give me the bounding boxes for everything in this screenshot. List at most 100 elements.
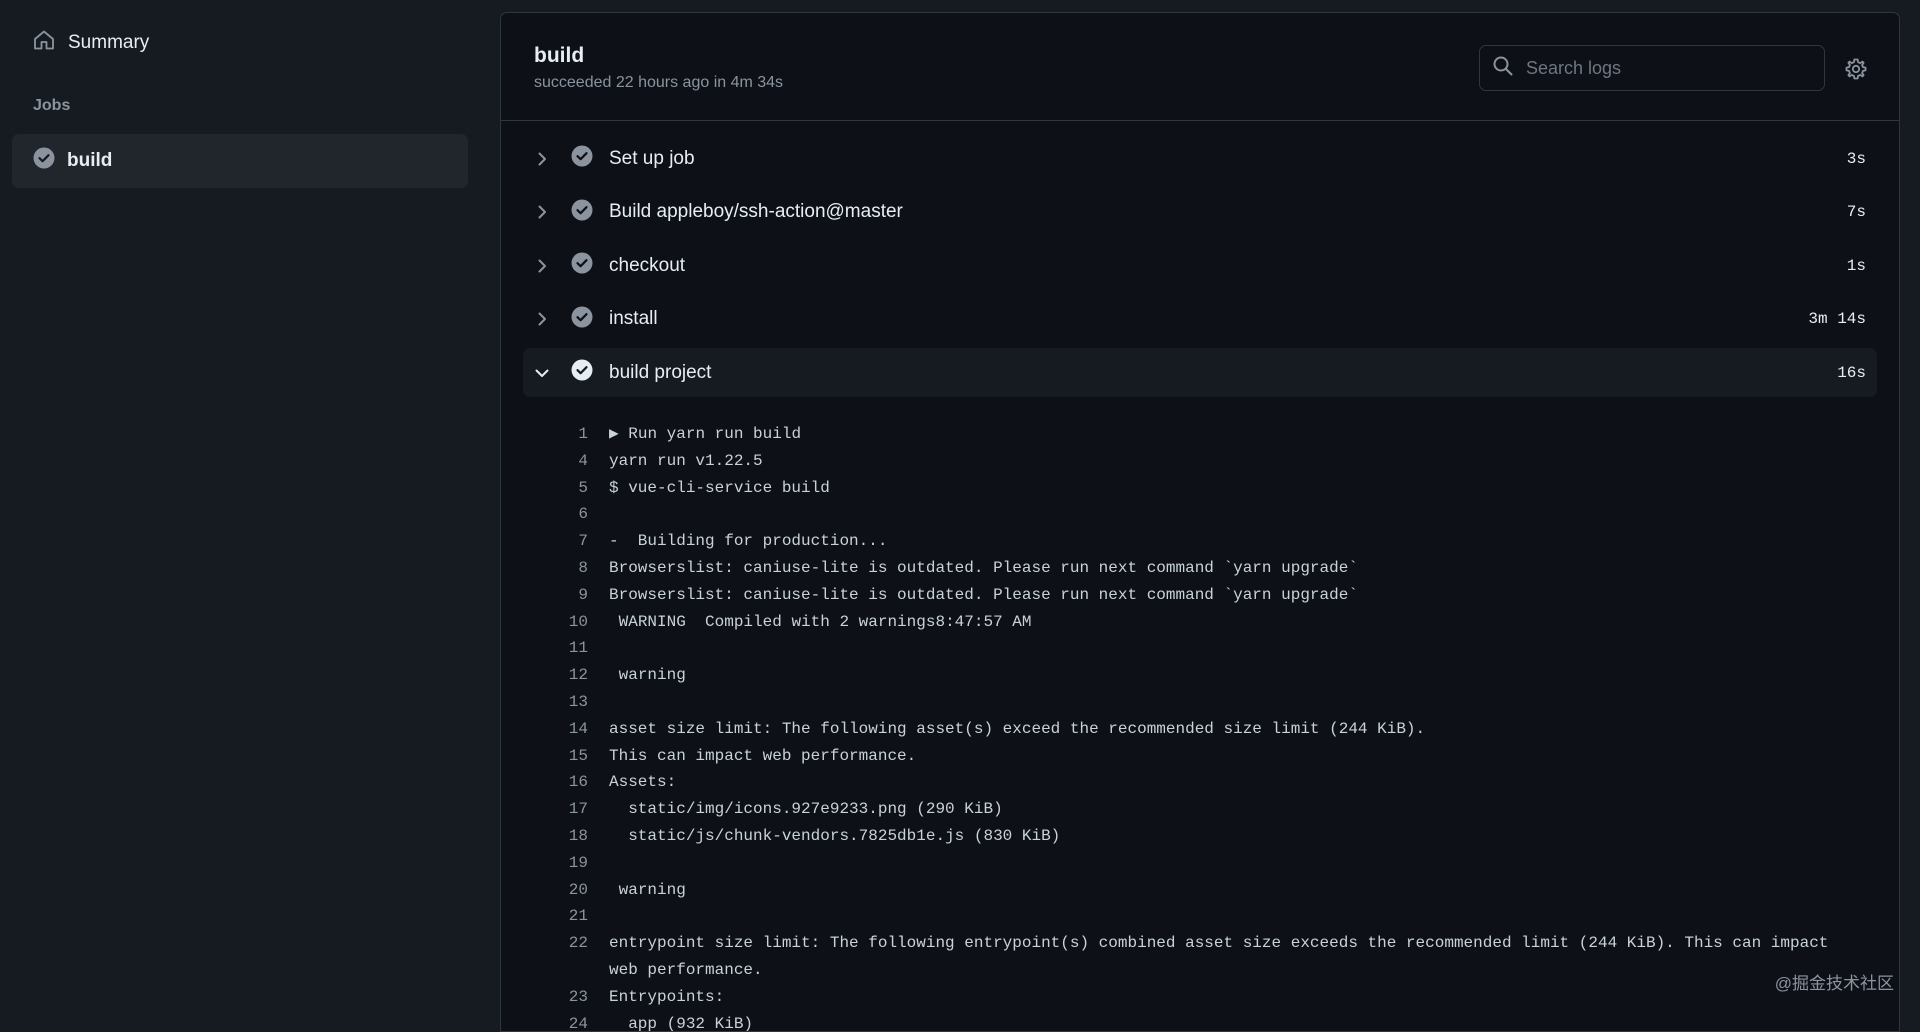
log-line-number[interactable]: 9 — [523, 582, 588, 609]
step-row-expanded[interactable]: build project 16s — [523, 348, 1877, 397]
log-line: 20 warning — [523, 877, 1877, 904]
log-line: 4 yarn run v1.22.5 — [523, 448, 1877, 475]
step-row[interactable]: install 3m 14s — [523, 295, 1877, 344]
search-icon — [1492, 55, 1514, 82]
jobs-heading: Jobs — [33, 97, 71, 114]
log-line: 9 Browserslist: caniuse-lite is outdated.… — [523, 582, 1877, 609]
log-line: 22 entrypoint size limit: The following e… — [523, 930, 1877, 984]
log-line-text: warning — [609, 666, 686, 685]
step-duration: 3s — [1846, 149, 1866, 168]
step-name: checkout — [609, 254, 686, 276]
log-line-number[interactable]: 5 — [523, 475, 588, 502]
chevron-right-icon — [533, 203, 551, 221]
chevron-right-icon — [533, 257, 551, 275]
check-circle-icon — [571, 199, 593, 226]
sidebar-job-build[interactable]: build — [12, 134, 468, 188]
step-row[interactable]: checkout 1s — [523, 241, 1877, 290]
log-line-text: entrypoint size limit: The following ent… — [609, 934, 1839, 979]
log-line-number[interactable]: 11 — [523, 635, 588, 662]
log-line-text: asset size limit: The following asset(s)… — [609, 719, 1426, 738]
log-line-text: yarn run v1.22.5 — [609, 451, 763, 470]
log-line-number[interactable]: 22 — [523, 930, 588, 984]
log-line: 6 — [523, 501, 1877, 528]
log-line: 14 asset size limit: The following asset(… — [523, 716, 1877, 743]
log-line-text: This can impact web performance. — [609, 746, 917, 765]
watermark: @掘金技术社区 — [1774, 974, 1894, 993]
log-line-number[interactable]: 4 — [523, 448, 588, 475]
log-line: 10 WARNING Compiled with 2 warnings8:47:… — [523, 609, 1877, 636]
step-name: install — [609, 308, 658, 329]
log-line-number[interactable]: 7 — [523, 528, 588, 555]
log-line-number[interactable]: 23 — [523, 984, 588, 1011]
check-circle-icon — [571, 359, 593, 386]
search-logs-box[interactable] — [1479, 45, 1825, 91]
step-duration: 3m 14s — [1808, 310, 1866, 328]
log-line: 16 Assets: — [523, 769, 1877, 796]
step-duration: 1s — [1846, 256, 1866, 275]
log-line-text: Browserslist: caniuse-lite is outdated. … — [609, 558, 1358, 577]
log-line-number[interactable]: 16 — [523, 769, 588, 796]
log-line-number[interactable]: 24 — [523, 1011, 588, 1031]
log-line: 5 $ vue-cli-service build — [523, 475, 1877, 502]
log-line: 18 static/js/chunk-vendors.7825db1e.js (… — [523, 823, 1877, 850]
step-duration: 16s — [1837, 363, 1866, 382]
log-line: 19 — [523, 850, 1877, 877]
log-line: 12 warning — [523, 662, 1877, 689]
check-circle-icon — [571, 306, 593, 333]
steps-list: Set up job 3s Build appleboy/ssh-action@… — [523, 134, 1877, 402]
log-line-number[interactable]: 15 — [523, 743, 588, 770]
summary-link[interactable]: Summary — [32, 28, 149, 58]
sidebar: Summary Jobs build — [0, 0, 500, 1018]
job-label: build — [67, 150, 113, 171]
log-line-number[interactable]: 6 — [523, 501, 588, 528]
step-row[interactable]: Build appleboy/ssh-action@master 7s — [523, 188, 1877, 237]
log-line: 7 - Building for production... — [523, 528, 1877, 555]
log-line-text: - Building for production... — [609, 532, 888, 551]
job-status: succeeded 22 hours ago in 4m 34s — [534, 74, 784, 91]
log-line: 8 Browserslist: caniuse-lite is outdated.… — [523, 555, 1877, 582]
log-line-number[interactable]: 14 — [523, 716, 588, 743]
gear-icon[interactable] — [1844, 57, 1868, 81]
log-line-number[interactable]: 17 — [523, 796, 588, 823]
log-line-number[interactable]: 18 — [523, 823, 588, 850]
log-line-text: ▶ Run yarn run build — [609, 425, 802, 443]
log-line: 21 — [523, 903, 1877, 930]
step-name: Build appleboy/ssh-action@master — [609, 201, 903, 222]
home-icon — [32, 28, 56, 58]
log-line-text: static/img/icons.927e9233.png (290 KiB) — [609, 800, 1003, 819]
log-line-text: $ vue-cli-service build — [609, 478, 830, 497]
step-row[interactable]: Set up job 3s — [523, 134, 1877, 183]
log-line: 13 — [523, 689, 1877, 716]
step-duration: 7s — [1846, 203, 1866, 221]
chevron-down-icon — [533, 364, 551, 382]
log-line-number[interactable]: 13 — [523, 689, 588, 716]
check-circle-icon — [571, 252, 593, 279]
log-line-text: WARNING Compiled with 2 warnings8:47:57 … — [609, 612, 1032, 631]
log-output: 1 ▶ Run yarn run build 4 yarn run v1.22.5 5 $… — [523, 421, 1877, 1031]
log-line-number[interactable]: 20 — [523, 877, 588, 904]
log-line: 1 ▶ Run yarn run build — [523, 421, 1877, 448]
log-line-number[interactable]: 21 — [523, 903, 588, 930]
log-line: 15 This can impact web performance. — [523, 743, 1877, 770]
check-circle-icon — [33, 147, 55, 175]
log-line: 24 app (932 KiB) — [523, 1011, 1877, 1031]
search-logs-input[interactable] — [1524, 56, 1804, 80]
log-line: 23 Entrypoints: — [523, 984, 1877, 1011]
chevron-right-icon — [533, 150, 551, 168]
chevron-right-icon — [533, 310, 551, 328]
log-line-number[interactable]: 12 — [523, 662, 588, 689]
log-line: 17 static/img/icons.927e9233.png (290 Ki… — [523, 796, 1877, 823]
check-circle-icon — [571, 145, 593, 172]
step-name: build project — [609, 361, 712, 383]
step-name: Set up job — [609, 147, 695, 169]
job-log-panel: build succeeded 22 hours ago in 4m 34s S… — [500, 12, 1900, 1032]
log-line-number[interactable]: 10 — [523, 609, 588, 636]
log-line-text: static/js/chunk-vendors.7825db1e.js (830… — [609, 826, 1061, 845]
log-line-text: Entrypoints: — [609, 987, 725, 1006]
job-title: build — [534, 44, 585, 67]
job-header: build succeeded 22 hours ago in 4m 34s — [501, 13, 1899, 121]
log-line-number[interactable]: 1 — [523, 421, 588, 448]
log-line-number[interactable]: 8 — [523, 555, 588, 582]
log-line-number[interactable]: 19 — [523, 850, 588, 877]
log-line-text — [609, 635, 1839, 662]
